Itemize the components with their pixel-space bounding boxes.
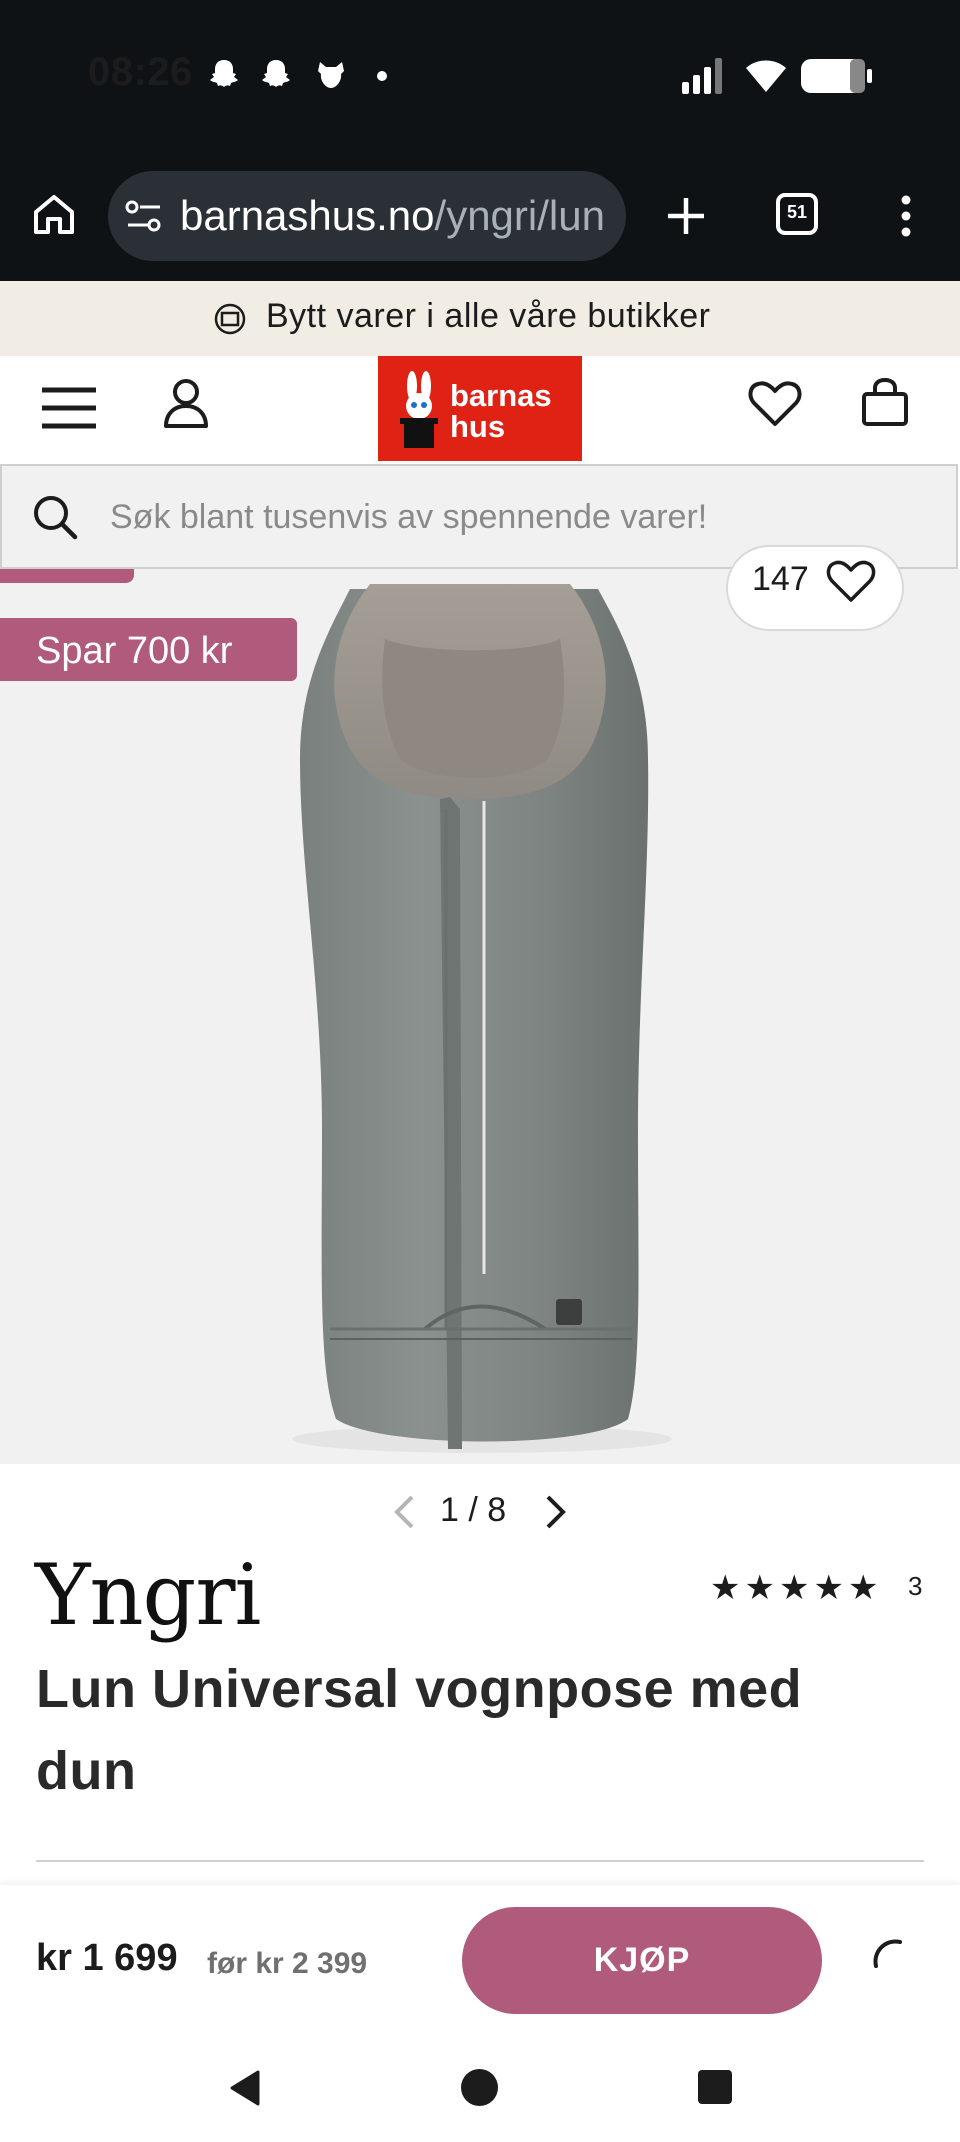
star-icon: ★: [710, 1569, 745, 1607]
snapchat-icon: [210, 60, 238, 87]
rating-stars[interactable]: ★★★★★: [710, 1568, 882, 1608]
url-text[interactable]: barnashus.no/yngri/lun: [180, 192, 605, 240]
logo-line-1: barnas: [450, 378, 552, 413]
previous-image-icon[interactable]: [392, 1494, 416, 1530]
buy-button[interactable]: KJØP: [462, 1907, 822, 2014]
home-nav-icon[interactable]: [461, 2069, 498, 2106]
site-settings-icon[interactable]: [124, 198, 164, 234]
star-icon: ★: [744, 1569, 779, 1607]
account-icon[interactable]: [162, 378, 210, 430]
dog-icon: [318, 62, 344, 88]
product-title: Lun Universal vognpose med dun: [36, 1659, 803, 1801]
signal-icon: [682, 58, 722, 94]
dot-icon: [377, 71, 387, 81]
star-icon: ★: [813, 1569, 848, 1607]
product-image: [292, 584, 672, 1453]
wifi-icon: [746, 60, 786, 92]
pager-separator: /: [468, 1491, 478, 1529]
current-price: kr 1 699: [36, 1937, 178, 1979]
wishlist-heart-icon[interactable]: [748, 380, 802, 428]
star-icon: ★: [778, 1569, 814, 1607]
divider: [36, 1860, 924, 1862]
heart-icon[interactable]: [826, 560, 876, 604]
home-icon[interactable]: [32, 192, 76, 236]
tab-count: 51: [786, 202, 808, 222]
old-price: før kr 2 399: [207, 1947, 368, 1980]
product-badge: [0, 569, 134, 583]
pager-current: 1: [440, 1491, 459, 1529]
logo-text: barnas hus: [450, 380, 552, 442]
new-tab-icon[interactable]: [664, 194, 708, 238]
discount-badge: Spar 700 kr: [0, 618, 297, 681]
back-icon[interactable]: [226, 2068, 262, 2108]
rating-count: 3: [908, 1571, 923, 1601]
loading-spinner-icon: [873, 1939, 902, 1968]
url-host: barnashus.no: [180, 192, 435, 239]
search-input[interactable]: Søk blant tusenvis av spennende varer!: [110, 498, 707, 537]
discount-badge-text: Spar 700 kr: [36, 630, 233, 672]
image-pager: 1 / 8: [440, 1491, 506, 1530]
shopping-bag-icon[interactable]: [860, 378, 910, 428]
snapchat-icon: [262, 60, 290, 87]
hamburger-menu-icon[interactable]: [40, 386, 98, 430]
battery-icon: [801, 59, 872, 93]
logo-line-2: hus: [450, 409, 506, 444]
search-icon[interactable]: [32, 494, 78, 540]
product-image-gallery[interactable]: [0, 569, 960, 1464]
url-path: /yngri/lun: [434, 192, 605, 239]
star-icon: ★: [847, 1569, 883, 1607]
promo-text: Bytt varer i alle våre butikker: [266, 297, 711, 335]
next-image-icon[interactable]: [544, 1494, 568, 1530]
pager-total: 8: [487, 1491, 507, 1529]
like-count: 147: [752, 560, 809, 598]
brand-logo[interactable]: Yngri: [35, 1553, 261, 1637]
more-menu-icon[interactable]: [896, 194, 916, 238]
rabbit-logo-icon: [400, 371, 438, 448]
status-time: 08:26: [88, 50, 193, 94]
recents-icon[interactable]: [698, 2070, 732, 2104]
exchange-icon: [214, 303, 246, 335]
